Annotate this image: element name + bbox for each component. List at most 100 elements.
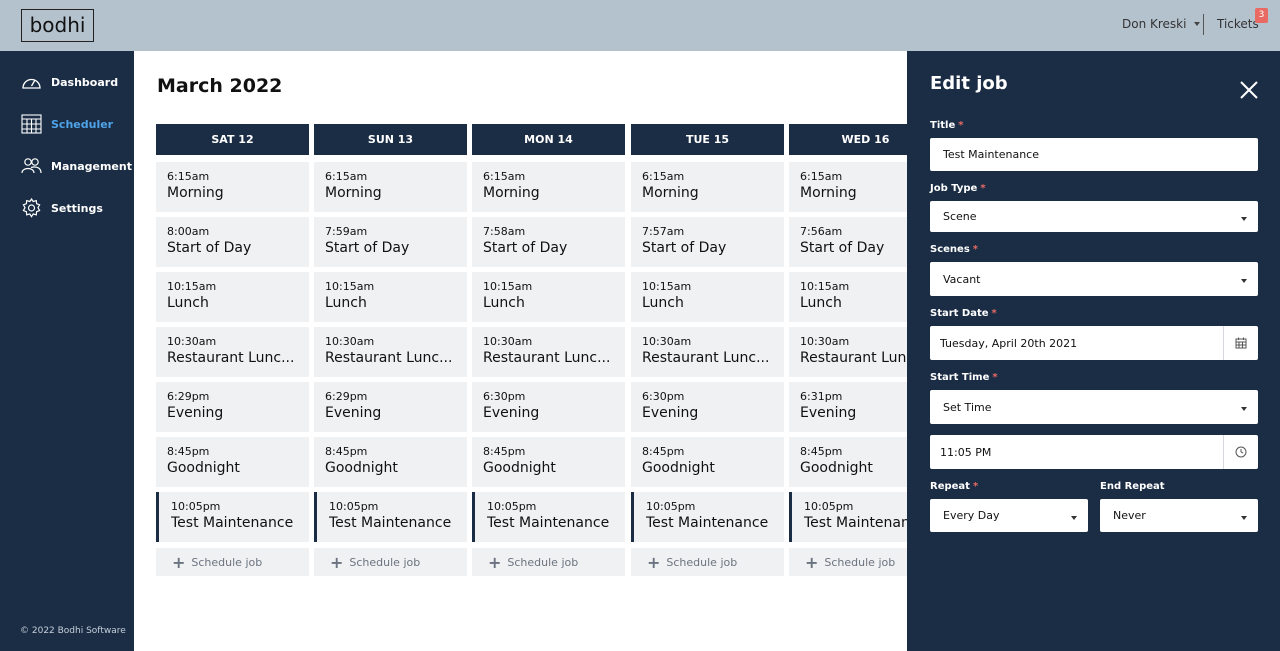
end-repeat-select[interactable]: Never bbox=[1100, 499, 1258, 532]
schedule-job-button[interactable]: + Schedule job bbox=[472, 548, 625, 576]
job-card[interactable]: 8:45pm Goodnight bbox=[314, 437, 467, 487]
plus-icon: + bbox=[330, 552, 344, 572]
title-input[interactable]: Test Maintenance bbox=[930, 138, 1258, 171]
start-date-label: Start Date * bbox=[930, 308, 997, 319]
job-name: Restaurant Lunc... bbox=[483, 350, 611, 366]
job-name: Restaurant Lunc... bbox=[325, 350, 453, 366]
job-card[interactable]: 10:15am Lunch bbox=[631, 272, 784, 322]
job-card[interactable]: 6:15am Morning bbox=[472, 162, 625, 212]
sidebar-item-management[interactable]: Management bbox=[21, 156, 132, 176]
calendar-icon[interactable] bbox=[1223, 326, 1258, 360]
job-time: 10:15am bbox=[483, 280, 533, 293]
user-name: Don Kreski bbox=[1122, 17, 1187, 31]
job-card[interactable]: 10:15am Lunch bbox=[156, 272, 309, 322]
job-card[interactable]: 7:59am Start of Day bbox=[314, 217, 467, 267]
job-card[interactable]: 10:05pm Test Maintenance bbox=[472, 492, 625, 542]
job-time: 10:30am bbox=[167, 335, 217, 348]
close-icon[interactable] bbox=[1239, 80, 1259, 100]
sidebar-item-label: Management bbox=[51, 159, 132, 173]
sidebar-item-label: Scheduler bbox=[51, 117, 114, 131]
schedule-job-button[interactable]: + Schedule job bbox=[631, 548, 784, 576]
job-type-select[interactable]: Scene bbox=[930, 201, 1258, 232]
job-name: Morning bbox=[167, 185, 224, 201]
job-card[interactable]: 8:45pm Goodnight bbox=[631, 437, 784, 487]
job-card[interactable]: 10:30am Restaurant Lunc... bbox=[156, 327, 309, 377]
plus-icon: + bbox=[805, 552, 819, 572]
job-card[interactable]: 10:30am Restaurant Lunc... bbox=[314, 327, 467, 377]
job-card[interactable]: 6:30pm Evening bbox=[472, 382, 625, 432]
schedule-job-button[interactable]: + Schedule job bbox=[314, 548, 467, 576]
job-time: 6:15am bbox=[642, 170, 685, 183]
chevron-down-icon bbox=[1194, 22, 1201, 26]
people-icon bbox=[21, 158, 42, 174]
job-card[interactable]: 8:45pm Goodnight bbox=[472, 437, 625, 487]
job-time: 7:59am bbox=[325, 225, 368, 238]
job-card[interactable]: 8:45pm Goodnight bbox=[156, 437, 309, 487]
schedule-job-label: Schedule job bbox=[349, 555, 421, 569]
job-card[interactable]: 6:29pm Evening bbox=[156, 382, 309, 432]
sidebar-item-scheduler[interactable]: Scheduler bbox=[21, 114, 113, 134]
day-column: TUE 15 6:15am Morning 7:57am Start of Day 10:… bbox=[631, 124, 784, 576]
job-time: 10:15am bbox=[642, 280, 692, 293]
job-card[interactable]: 6:29pm Evening bbox=[314, 382, 467, 432]
clock-icon[interactable] bbox=[1223, 435, 1258, 469]
job-time: 6:29pm bbox=[167, 390, 210, 403]
schedule-job-button[interactable]: + Schedule job bbox=[156, 548, 309, 576]
end-repeat-label: End Repeat bbox=[1100, 481, 1165, 492]
start-date-input[interactable]: Tuesday, April 20th 2021 bbox=[930, 326, 1258, 360]
job-card[interactable]: 10:30am Restaurant Lunc... bbox=[631, 327, 784, 377]
schedule-job-label: Schedule job bbox=[191, 555, 263, 569]
logo[interactable]: bodhi bbox=[21, 9, 94, 42]
job-name: Start of Day bbox=[167, 240, 252, 256]
job-time: 6:29pm bbox=[325, 390, 368, 403]
schedule-job-label: Schedule job bbox=[824, 555, 896, 569]
job-card[interactable]: 10:05pm Test Maintenance bbox=[631, 492, 784, 542]
job-card[interactable]: 6:15am Morning bbox=[631, 162, 784, 212]
job-time: 8:45pm bbox=[167, 445, 210, 458]
job-name: Goodnight bbox=[167, 460, 240, 476]
tickets-link[interactable]: Tickets bbox=[1217, 17, 1259, 31]
job-time: 6:30pm bbox=[483, 390, 526, 403]
job-name: Test Maintenance bbox=[329, 515, 452, 531]
repeat-select[interactable]: Every Day bbox=[930, 499, 1088, 532]
job-name: Lunch bbox=[483, 295, 525, 311]
job-card[interactable]: 10:30am Restaurant Lunc... bbox=[472, 327, 625, 377]
day-header: SUN 13 bbox=[314, 124, 467, 155]
job-time: 6:30pm bbox=[642, 390, 685, 403]
day-column: SAT 12 6:15am Morning 8:00am Start of Day 10:… bbox=[156, 124, 309, 576]
start-time-select[interactable]: Set Time bbox=[930, 390, 1258, 424]
job-card[interactable]: 7:58am Start of Day bbox=[472, 217, 625, 267]
sidebar-item-dashboard[interactable]: Dashboard bbox=[21, 72, 118, 92]
scenes-label: Scenes * bbox=[930, 244, 978, 255]
job-time: 7:58am bbox=[483, 225, 526, 238]
job-time: 8:45pm bbox=[325, 445, 368, 458]
start-time-label: Start Time * bbox=[930, 372, 998, 383]
job-card[interactable]: 8:00am Start of Day bbox=[156, 217, 309, 267]
job-name: Start of Day bbox=[642, 240, 727, 256]
job-card[interactable]: 10:05pm Test Maintenance bbox=[314, 492, 467, 542]
job-time: 10:30am bbox=[325, 335, 375, 348]
scenes-select[interactable]: Vacant bbox=[930, 262, 1258, 296]
job-card[interactable]: 6:15am Morning bbox=[314, 162, 467, 212]
job-time: 6:15am bbox=[325, 170, 368, 183]
sidebar-item-label: Dashboard bbox=[51, 75, 119, 89]
time-input[interactable]: 11:05 PM bbox=[930, 435, 1258, 469]
job-name: Evening bbox=[642, 405, 699, 421]
job-card[interactable]: 7:57am Start of Day bbox=[631, 217, 784, 267]
dashboard-gauge-icon bbox=[22, 78, 41, 89]
job-card[interactable]: 10:05pm Test Maintenance bbox=[156, 492, 309, 542]
job-card[interactable]: 6:30pm Evening bbox=[631, 382, 784, 432]
job-name: Start of Day bbox=[483, 240, 568, 256]
job-card[interactable]: 6:15am Morning bbox=[156, 162, 309, 212]
job-card[interactable]: 10:15am Lunch bbox=[472, 272, 625, 322]
job-name: Morning bbox=[642, 185, 699, 201]
sidebar-item-settings[interactable]: Settings bbox=[21, 198, 103, 218]
job-name: Test Maintenance bbox=[171, 515, 294, 531]
job-name: Lunch bbox=[167, 295, 209, 311]
job-time: 10:05pm bbox=[646, 500, 696, 513]
user-menu[interactable]: Don Kreski bbox=[1122, 17, 1201, 31]
job-name: Start of Day bbox=[325, 240, 410, 256]
job-card[interactable]: 10:15am Lunch bbox=[314, 272, 467, 322]
calendar-grid-icon bbox=[21, 114, 42, 134]
day-header: SAT 12 bbox=[156, 124, 309, 155]
